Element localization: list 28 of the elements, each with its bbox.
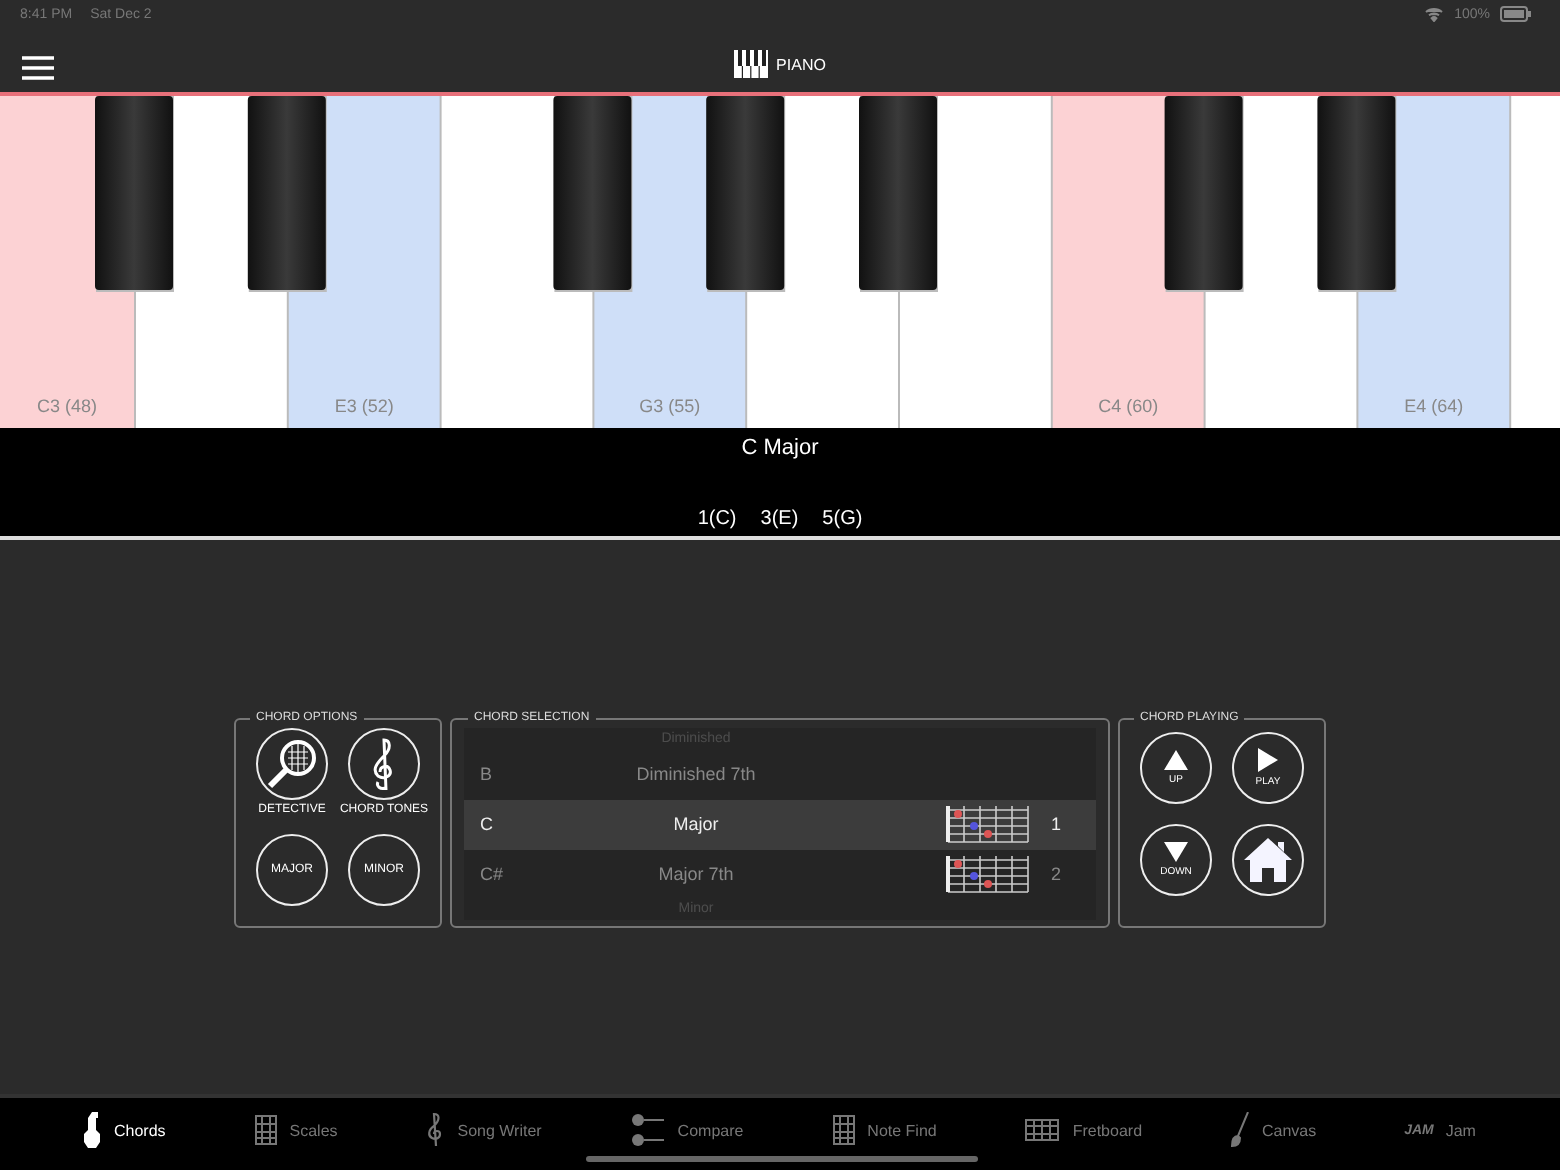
tab-item[interactable]: Scales: [249, 1110, 342, 1150]
tab-item[interactable]: Canvas: [1225, 1108, 1321, 1152]
tab-item[interactable]: Fretboard: [1020, 1114, 1147, 1146]
piano-key[interactable]: E3 (52): [288, 96, 440, 428]
chord-tone: 1(C): [697, 508, 737, 530]
tab-item[interactable]: Compare: [625, 1110, 748, 1150]
chord-quality: Major 7th: [656, 864, 736, 884]
chord-name: C Major: [741, 436, 819, 460]
chord-root: C: [478, 814, 495, 834]
piano-key[interactable]: C3 (48): [0, 96, 134, 428]
tab-item[interactable]: Note Find: [827, 1110, 941, 1150]
chord-row[interactable]: C Major 1: [464, 799, 1096, 849]
chord-tone: 5(G): [822, 508, 863, 530]
piano-key[interactable]: E4 (64): [1358, 96, 1510, 428]
chord-row[interactable]: C# Major 7th 2: [464, 849, 1096, 899]
tab-item[interactable]: Song Writer: [421, 1108, 546, 1152]
chord-root: C#: [478, 864, 506, 884]
chord-root: B: [478, 764, 495, 784]
chord-variation-number: 1: [1048, 814, 1063, 834]
chord-quality: Major: [671, 814, 721, 834]
piano-key[interactable]: G3 (55): [594, 96, 746, 428]
chord-row[interactable]: B Diminished 7th: [464, 749, 1096, 799]
piano-key[interactable]: C4 (60): [1052, 96, 1204, 428]
chord-variation-number: 2: [1048, 864, 1063, 884]
tab-item[interactable]: Chords: [79, 1108, 170, 1152]
chord-tone: 3(E): [760, 508, 799, 530]
chord-quality: Diminished 7th: [634, 764, 758, 784]
app-title: PIANO: [776, 55, 826, 73]
